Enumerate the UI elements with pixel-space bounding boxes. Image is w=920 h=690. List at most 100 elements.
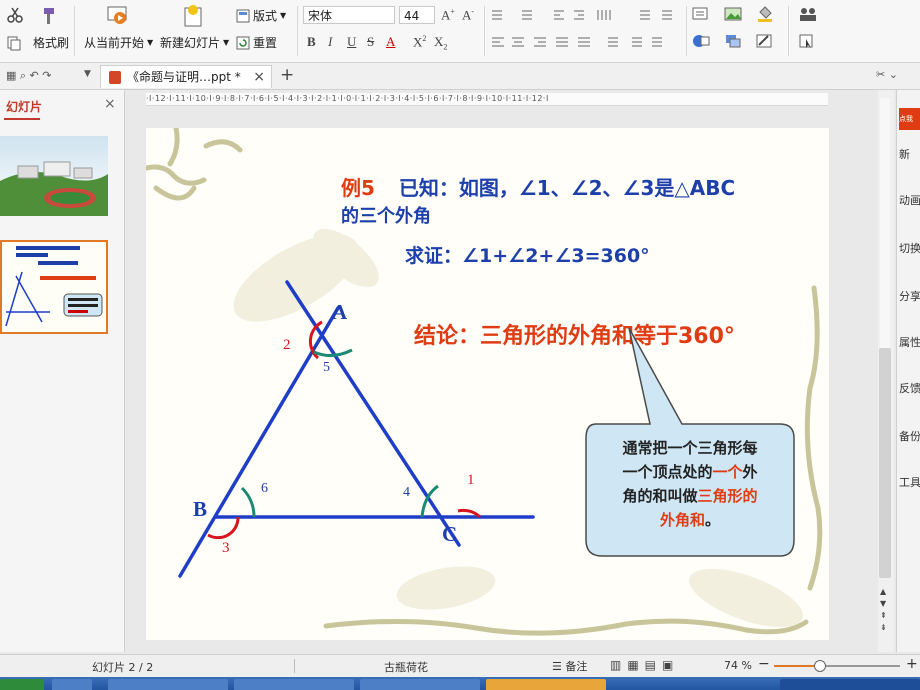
alignment-icons: [492, 37, 662, 47]
panel-title-underline: [4, 118, 40, 120]
layers-button[interactable]: [724, 33, 746, 52]
view-mode-icons[interactable]: ▥▦▤▣: [610, 658, 679, 672]
find-people-button[interactable]: [798, 6, 820, 25]
angle-label-2: 2: [283, 337, 291, 353]
zoom-slider-handle[interactable]: [814, 660, 826, 672]
cut-button[interactable]: [6, 6, 24, 24]
picture-button[interactable]: [724, 6, 746, 25]
quick-access-icons: ▦ ⌕ ↶ ↷: [6, 69, 52, 82]
paragraph-tools-row1: [490, 8, 680, 22]
sidebar-item-share[interactable]: 分享: [899, 288, 920, 304]
outline-button[interactable]: [756, 33, 778, 52]
taskbar-item[interactable]: [108, 679, 228, 690]
new-slide-icon-button[interactable]: [181, 4, 205, 28]
ribbon-toolbar: 格式刷 从当前开始 ▼ 新建幻灯片 ▼ 版式 ▼ 重置 宋体 44 A+ A- …: [0, 0, 920, 63]
layout-button[interactable]: 版式 ▼: [236, 7, 286, 24]
sidebar-item-animation[interactable]: 动画: [899, 192, 920, 208]
divider: [484, 6, 485, 56]
shrink-font-icon[interactable]: A-: [462, 7, 474, 23]
paintbrush-button[interactable]: [36, 6, 58, 26]
layers-icon: [726, 35, 741, 48]
document-tab[interactable]: 《命题与证明…ppt * ×: [100, 65, 272, 88]
subscript-icon[interactable]: X2: [434, 34, 447, 52]
divider: [74, 6, 75, 56]
taskbar-item-active[interactable]: [486, 679, 606, 690]
scroll-thumb[interactable]: [879, 348, 891, 578]
close-tab-icon[interactable]: ×: [253, 66, 265, 88]
chevron-down-icon: ▼: [280, 11, 287, 20]
panel-title: 幻灯片: [6, 100, 43, 114]
slide-thumbnail-panel: 幻灯片 ×: [0, 90, 125, 652]
format-painter-label: 格式刷: [33, 36, 70, 50]
underline-icon[interactable]: U: [347, 34, 356, 50]
sidebar-item-tools[interactable]: 工具: [899, 474, 920, 490]
layout-icon: [236, 9, 250, 22]
status-bar: 幻灯片 2 / 2 古瓶荷花 ☰ 备注 ▥▦▤▣ 74 % − +: [0, 654, 920, 677]
play-from-current-icon-button[interactable]: [106, 4, 130, 28]
angle-label-3: 3: [222, 540, 230, 556]
taskbar-item[interactable]: [234, 679, 354, 690]
zoom-level: 74 %: [724, 659, 752, 672]
sidebar-item-feedback[interactable]: 反馈: [899, 380, 920, 396]
select-button[interactable]: [798, 33, 820, 52]
new-slide-button[interactable]: 新建幻灯片 ▼: [160, 34, 229, 51]
horizontal-ruler: ·I·12·I·11·I·10·I·9·I·8·I·7·I·6·I·5·I·4·…: [146, 93, 828, 106]
dropdown-icon[interactable]: ▼: [84, 69, 91, 79]
new-tab-icon[interactable]: +: [280, 65, 294, 85]
superscript-icon[interactable]: X2: [413, 34, 426, 50]
right-sidebar: 点我 新 动画 切换 分享 属性 反馈 备份 工具: [896, 90, 920, 652]
arrange-button[interactable]: [692, 33, 714, 52]
grow-font-icon[interactable]: A+: [441, 7, 455, 23]
close-panel-icon[interactable]: ×: [104, 96, 116, 112]
zoom-out-icon[interactable]: −: [758, 656, 770, 672]
strikethrough-icon[interactable]: S: [367, 34, 374, 50]
fill-color-button[interactable]: [756, 6, 778, 25]
chevron-down-icon: ▼: [223, 38, 230, 47]
from-current-button[interactable]: 从当前开始 ▼: [84, 34, 153, 51]
window-controls-icon[interactable]: ✂ ⌄: [876, 68, 898, 81]
os-taskbar: [0, 677, 920, 690]
start-button[interactable]: [0, 679, 44, 690]
paragraph-tools-row2: [490, 35, 680, 49]
sidebar-item-transition[interactable]: 切换: [899, 240, 920, 256]
slide-2-thumbnail: [2, 242, 106, 332]
bold-icon[interactable]: B: [307, 34, 316, 50]
font-size-value: 44: [404, 9, 420, 23]
angle-6-arc: [240, 486, 256, 518]
reset-icon: [236, 36, 250, 49]
divider: [788, 6, 789, 56]
taskbar-item[interactable]: [360, 679, 480, 690]
slide-thumbnail-1[interactable]: [0, 136, 108, 216]
vertical-scrollbar[interactable]: ▲ ▼ ⇞ ⇟: [878, 90, 894, 652]
document-tab-bar: ▦ ⌕ ↶ ↷ ▼ 《命题与证明…ppt * × + ✂ ⌄: [0, 63, 920, 90]
sidebar-item-properties[interactable]: 属性: [899, 334, 920, 350]
textbox-button[interactable]: [692, 6, 714, 25]
layout-label: 版式: [253, 9, 278, 23]
sidebar-item-backup[interactable]: 备份: [899, 428, 920, 444]
sidebar-item-new[interactable]: 新: [899, 146, 920, 162]
taskbar-item[interactable]: [52, 679, 92, 690]
font-size-select[interactable]: 44: [399, 6, 435, 24]
picture-icon: [724, 7, 742, 21]
slide-canvas[interactable]: 例5 已知：如图，∠1、∠2、∠3是△ABC 的三个外角 求证：∠1+∠2+∠3…: [146, 128, 829, 640]
font-name-select[interactable]: 宋体: [303, 6, 395, 24]
new-slide-icon: [184, 5, 202, 27]
paintbrush-icon: [44, 8, 54, 24]
format-painter-button[interactable]: 格式刷: [6, 34, 69, 51]
notes-button[interactable]: ☰ 备注: [552, 658, 587, 674]
notes-icon: ☰: [552, 660, 562, 673]
scroll-track-top: [880, 98, 890, 348]
font-color-icon[interactable]: A: [386, 34, 395, 50]
italic-icon[interactable]: I: [328, 34, 332, 50]
reset-button[interactable]: 重置: [236, 34, 277, 51]
vertex-label-b: B: [193, 497, 208, 521]
fill-bucket-icon: [758, 6, 772, 22]
slide-thumbnail-2[interactable]: [0, 240, 108, 334]
paragraph-icons: [492, 10, 672, 20]
promo-badge[interactable]: 点我: [899, 108, 920, 130]
zoom-in-icon[interactable]: +: [906, 656, 918, 672]
reset-label: 重置: [253, 36, 278, 50]
from-current-label: 从当前开始: [84, 36, 145, 50]
angle-label-1: 1: [467, 472, 475, 488]
scroll-arrow-icons[interactable]: ▲ ▼ ⇞ ⇟: [880, 586, 887, 634]
